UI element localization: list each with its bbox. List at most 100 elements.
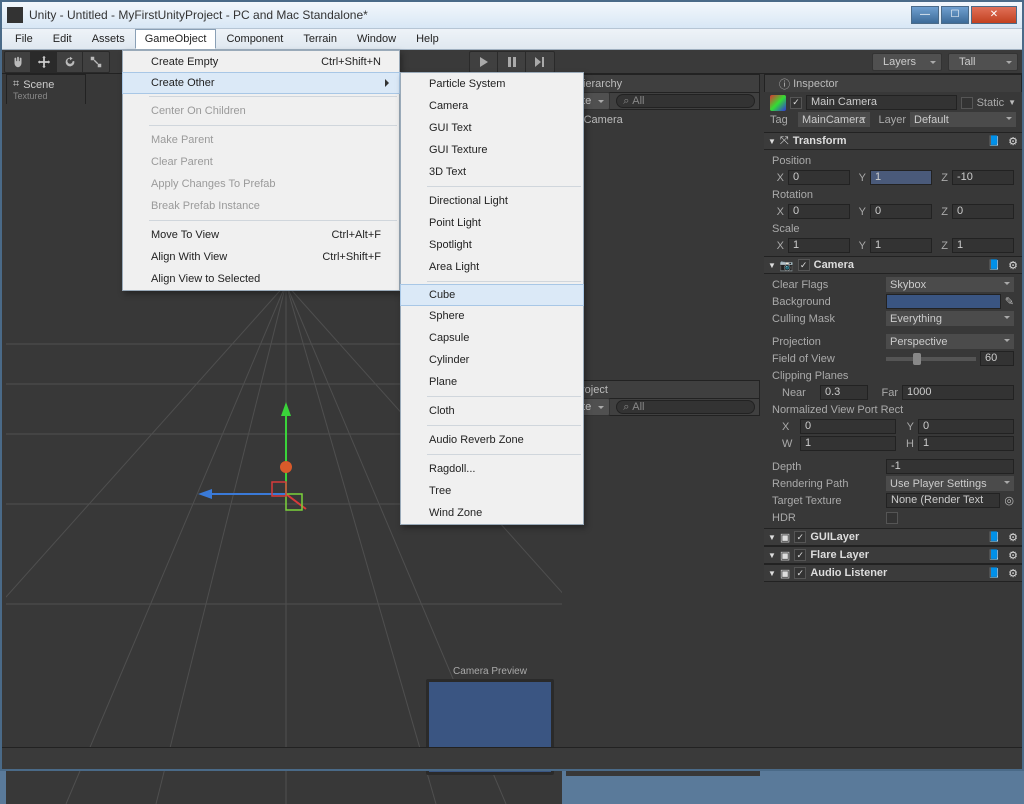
static-dropdown-icon[interactable]: ▼ bbox=[1008, 98, 1016, 107]
step-button[interactable] bbox=[526, 52, 554, 72]
camera-enabled-checkbox[interactable]: ✓ bbox=[798, 259, 810, 271]
menu-terrain[interactable]: Terrain bbox=[293, 29, 347, 49]
scale-x-field[interactable]: 1 bbox=[788, 238, 850, 253]
position-z-field[interactable]: -10 bbox=[952, 170, 1014, 185]
target-texture-field[interactable]: None (Render Text bbox=[886, 493, 1000, 508]
submenu-item-point-light[interactable]: Point Light bbox=[401, 212, 583, 234]
menu-gameobject[interactable]: GameObject bbox=[135, 29, 217, 49]
transform-header[interactable]: ▼ ⤧ Transform 📘 ⚙ bbox=[764, 132, 1022, 150]
viewport-w-field[interactable]: 1 bbox=[800, 436, 896, 451]
layout-dropdown[interactable]: Tall bbox=[948, 53, 1018, 71]
position-y-field[interactable]: 1 bbox=[870, 170, 932, 185]
submenu-item-tree[interactable]: Tree bbox=[401, 480, 583, 502]
component-gear-icon[interactable]: ⚙ bbox=[1008, 531, 1018, 544]
submenu-item-cube[interactable]: Cube bbox=[400, 284, 584, 306]
submenu-item-plane[interactable]: Plane bbox=[401, 371, 583, 393]
camera-component-header[interactable]: ▼ 📷 ✓ Camera 📘 ⚙ bbox=[764, 256, 1022, 274]
menu-item-align-with-view[interactable]: Align With ViewCtrl+Shift+F bbox=[123, 246, 399, 268]
component-help-icon[interactable]: 📘 bbox=[988, 532, 1000, 543]
hierarchy-tab[interactable]: Hierarchy bbox=[566, 74, 760, 92]
menu-window[interactable]: Window bbox=[347, 29, 406, 49]
component-gear-icon[interactable]: ⚙ bbox=[1008, 549, 1018, 562]
submenu-item-directional-light[interactable]: Directional Light bbox=[401, 190, 583, 212]
rendering-path-dropdown[interactable]: Use Player Settings bbox=[886, 476, 1014, 491]
pause-button[interactable] bbox=[498, 52, 526, 72]
submenu-item-capsule[interactable]: Capsule bbox=[401, 327, 583, 349]
rotation-x-field[interactable]: 0 bbox=[788, 204, 850, 219]
component-help-icon[interactable]: 📘 bbox=[988, 136, 1000, 147]
fov-field[interactable]: 60 bbox=[980, 351, 1014, 366]
scale-z-field[interactable]: 1 bbox=[952, 238, 1014, 253]
submenu-item-3d-text[interactable]: 3D Text bbox=[401, 161, 583, 183]
submenu-item-audio-reverb-zone[interactable]: Audio Reverb Zone bbox=[401, 429, 583, 451]
clear-flags-dropdown[interactable]: Skybox bbox=[886, 277, 1014, 292]
submenu-item-cloth[interactable]: Cloth bbox=[401, 400, 583, 422]
component-header-guilayer[interactable]: ▼▣✓GUILayer📘⚙ bbox=[764, 528, 1022, 546]
near-clip-field[interactable]: 0.3 bbox=[820, 385, 868, 400]
tag-dropdown[interactable]: MainCamera bbox=[798, 112, 870, 127]
component-header-flare-layer[interactable]: ▼▣✓Flare Layer📘⚙ bbox=[764, 546, 1022, 564]
menu-item-create-empty[interactable]: Create EmptyCtrl+Shift+N bbox=[123, 51, 399, 73]
play-button[interactable] bbox=[470, 52, 498, 72]
component-header-audio-listener[interactable]: ▼▣✓Audio Listener📘⚙ bbox=[764, 564, 1022, 582]
move-tool-button[interactable] bbox=[31, 52, 57, 72]
component-help-icon[interactable]: 📘 bbox=[988, 260, 1000, 271]
submenu-item-cylinder[interactable]: Cylinder bbox=[401, 349, 583, 371]
viewport-x-field[interactable]: 0 bbox=[800, 419, 896, 434]
hdr-checkbox[interactable] bbox=[886, 512, 898, 524]
component-gear-icon[interactable]: ⚙ bbox=[1008, 135, 1018, 148]
scale-y-field[interactable]: 1 bbox=[870, 238, 932, 253]
submenu-item-wind-zone[interactable]: Wind Zone bbox=[401, 502, 583, 524]
hand-tool-button[interactable] bbox=[5, 52, 31, 72]
gameobject-name-field[interactable]: Main Camera bbox=[806, 95, 957, 110]
menu-file[interactable]: File bbox=[5, 29, 43, 49]
scale-tool-button[interactable] bbox=[83, 52, 109, 72]
layers-dropdown[interactable]: Layers bbox=[872, 53, 942, 71]
submenu-item-spotlight[interactable]: Spotlight bbox=[401, 234, 583, 256]
viewport-y-field[interactable]: 0 bbox=[918, 419, 1014, 434]
gameobject-enabled-checkbox[interactable]: ✓ bbox=[790, 97, 802, 109]
menu-item-move-to-view[interactable]: Move To ViewCtrl+Alt+F bbox=[123, 224, 399, 246]
component-enabled-checkbox[interactable]: ✓ bbox=[794, 567, 806, 579]
project-tab[interactable]: roject bbox=[566, 380, 760, 398]
submenu-item-sphere[interactable]: Sphere bbox=[401, 305, 583, 327]
component-enabled-checkbox[interactable]: ✓ bbox=[794, 531, 806, 543]
static-checkbox[interactable] bbox=[961, 97, 973, 109]
rotation-z-field[interactable]: 0 bbox=[952, 204, 1014, 219]
submenu-item-particle-system[interactable]: Particle System bbox=[401, 73, 583, 95]
submenu-item-gui-text[interactable]: GUI Text bbox=[401, 117, 583, 139]
submenu-item-area-light[interactable]: Area Light bbox=[401, 256, 583, 278]
window-close-button[interactable]: ✕ bbox=[971, 6, 1017, 24]
component-enabled-checkbox[interactable]: ✓ bbox=[794, 549, 806, 561]
component-gear-icon[interactable]: ⚙ bbox=[1008, 567, 1018, 580]
component-help-icon[interactable]: 📘 bbox=[988, 550, 1000, 561]
culling-mask-dropdown[interactable]: Everything bbox=[886, 311, 1014, 326]
inspector-tab[interactable]: ⓘ Inspector bbox=[764, 74, 1022, 92]
position-x-field[interactable]: 0 bbox=[788, 170, 850, 185]
menu-assets[interactable]: Assets bbox=[82, 29, 135, 49]
background-color-field[interactable] bbox=[886, 294, 1001, 309]
project-search-input[interactable]: ⌕ All bbox=[616, 400, 755, 414]
menu-help[interactable]: Help bbox=[406, 29, 449, 49]
hierarchy-search-input[interactable]: ⌕ All bbox=[616, 94, 755, 108]
submenu-item-gui-texture[interactable]: GUI Texture bbox=[401, 139, 583, 161]
rotation-y-field[interactable]: 0 bbox=[870, 204, 932, 219]
menu-item-create-other[interactable]: Create Other bbox=[122, 72, 400, 94]
component-gear-icon[interactable]: ⚙ bbox=[1008, 259, 1018, 272]
hierarchy-item[interactable]: in Camera bbox=[572, 114, 754, 126]
rotate-tool-button[interactable] bbox=[57, 52, 83, 72]
far-clip-field[interactable]: 1000 bbox=[902, 385, 1014, 400]
move-gizmo[interactable] bbox=[196, 394, 316, 514]
scene-tab[interactable]: ⌗Scene Textured bbox=[6, 74, 86, 104]
viewport-h-field[interactable]: 1 bbox=[918, 436, 1014, 451]
fov-slider[interactable] bbox=[886, 357, 976, 361]
projection-dropdown[interactable]: Perspective bbox=[886, 334, 1014, 349]
component-help-icon[interactable]: 📘 bbox=[988, 568, 1000, 579]
depth-field[interactable]: -1 bbox=[886, 459, 1014, 474]
menu-component[interactable]: Component bbox=[216, 29, 293, 49]
window-minimize-button[interactable]: — bbox=[911, 6, 939, 24]
layer-dropdown[interactable]: Default bbox=[910, 112, 1016, 127]
menu-item-align-view-to-selected[interactable]: Align View to Selected bbox=[123, 268, 399, 290]
submenu-item-camera[interactable]: Camera bbox=[401, 95, 583, 117]
submenu-item-ragdoll-[interactable]: Ragdoll... bbox=[401, 458, 583, 480]
